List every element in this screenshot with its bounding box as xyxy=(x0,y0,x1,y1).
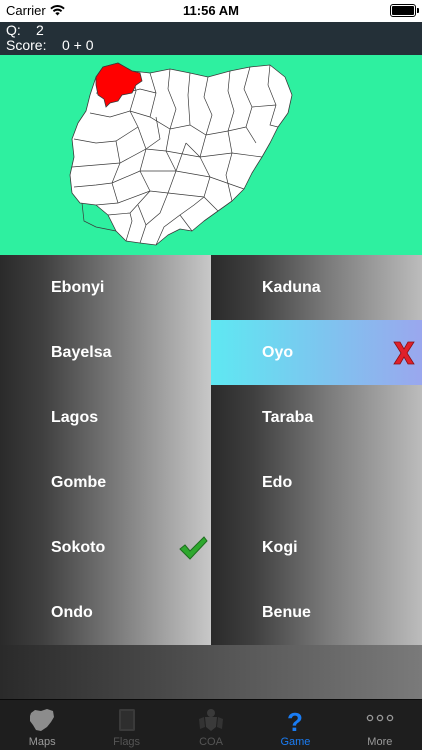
tab-more[interactable]: More xyxy=(338,700,422,750)
more-icon xyxy=(366,714,394,722)
question-row: Q: 2 xyxy=(6,23,422,38)
answer-label: Edo xyxy=(262,473,293,491)
answer-label: Ebonyi xyxy=(51,278,105,296)
question-label: Q: xyxy=(6,22,21,38)
tab-coa[interactable]: COA xyxy=(169,700,253,750)
answer-option-correct[interactable]: Sokoto xyxy=(0,515,211,580)
x-mark-icon xyxy=(393,341,415,365)
answer-label: Oyo xyxy=(262,343,294,361)
score-row: Score: 0 + 0 xyxy=(6,38,422,53)
answer-option[interactable]: Edo xyxy=(211,450,422,515)
answer-option[interactable]: Kaduna xyxy=(211,255,422,320)
answer-label: Lagos xyxy=(51,408,99,426)
map-icon xyxy=(30,709,55,731)
answer-label: Taraba xyxy=(262,408,314,426)
answer-option[interactable]: Ondo xyxy=(0,580,211,645)
tab-label: More xyxy=(367,736,393,748)
bottom-filler xyxy=(0,645,422,699)
answer-option[interactable]: Benue xyxy=(211,580,422,645)
answer-option[interactable]: Bayelsa xyxy=(0,320,211,385)
svg-text:?: ? xyxy=(287,707,303,735)
answer-option-wrong[interactable]: Oyo xyxy=(211,320,422,385)
answer-option[interactable]: Taraba xyxy=(211,385,422,450)
map-area xyxy=(0,55,422,255)
tab-flags[interactable]: Flags xyxy=(84,700,168,750)
answer-label: Benue xyxy=(262,603,311,621)
tab-label: Flags xyxy=(113,736,141,748)
tab-label: COA xyxy=(199,736,223,748)
nigeria-states-map xyxy=(69,62,293,246)
answer-label: Ondo xyxy=(51,603,93,621)
score-value: 0 + 0 xyxy=(62,37,94,53)
tab-maps[interactable]: Maps xyxy=(0,700,84,750)
checkmark-icon xyxy=(179,536,208,560)
status-bar: Carrier 11:56 AM xyxy=(0,0,422,22)
quiz-info-bar: Q: 2 Score: 0 + 0 xyxy=(0,22,422,55)
tab-label: Game xyxy=(280,736,311,748)
status-time: 11:56 AM xyxy=(183,3,239,18)
question-icon: ? xyxy=(287,707,303,735)
score-label: Score: xyxy=(6,37,47,53)
answer-option[interactable]: Lagos xyxy=(0,385,211,450)
answer-option[interactable]: Gombe xyxy=(0,450,211,515)
answer-label: Kaduna xyxy=(262,278,321,296)
coat-of-arms-icon xyxy=(199,709,224,731)
answer-label: Bayelsa xyxy=(51,343,112,361)
answer-option[interactable]: Kogi xyxy=(211,515,422,580)
question-number: 2 xyxy=(36,22,44,38)
answer-label: Gombe xyxy=(51,473,107,491)
answer-label: Sokoto xyxy=(51,538,106,556)
answer-option[interactable]: Ebonyi xyxy=(0,255,211,320)
battery-icon xyxy=(390,4,419,17)
answer-label: Kogi xyxy=(262,538,298,556)
answer-grid: Ebonyi Bayelsa Lagos Gombe Sokoto Ondo K… xyxy=(0,255,422,645)
tab-label: Maps xyxy=(28,736,56,748)
flag-book-icon xyxy=(118,709,135,731)
tab-game[interactable]: ? Game xyxy=(253,700,337,750)
tab-bar: Maps Flags COA ? Game More xyxy=(0,699,422,750)
